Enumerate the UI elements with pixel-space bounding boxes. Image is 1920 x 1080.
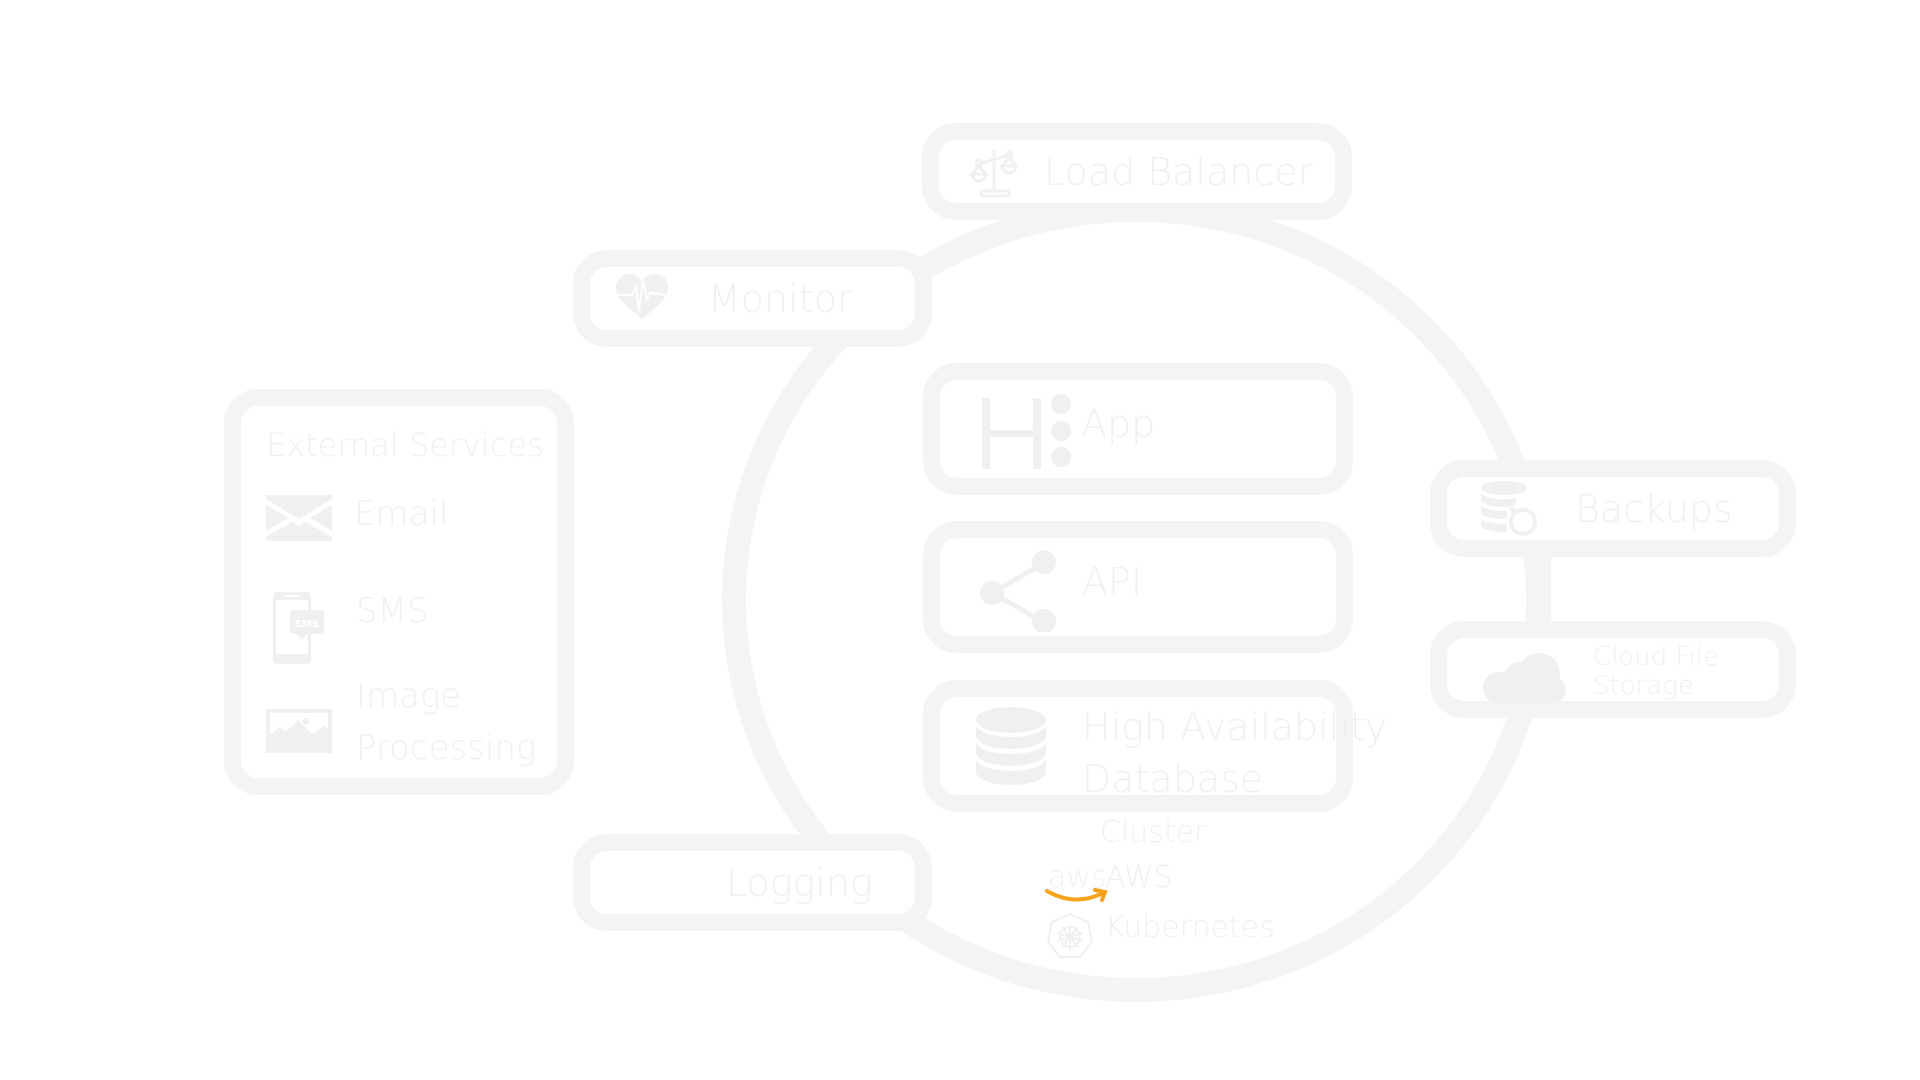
cloud-storage-node[interactable]: Cloud File Storage [1430,621,1796,718]
load-balancer-node[interactable]: Load Balancer [922,123,1352,220]
heroku-icon [982,394,1078,470]
aws-smile-icon [1045,887,1111,907]
database-restore-icon [1481,481,1539,537]
backups-node[interactable]: Backups [1430,460,1796,557]
backups-label: Backups [1575,487,1733,531]
logging-node[interactable]: Logging [573,834,932,931]
image-icon [266,709,332,753]
cloud-icon [1481,652,1569,704]
share-nodes-icon [980,546,1060,632]
balance-scale-icon [969,146,1021,198]
api-node[interactable]: API [923,521,1353,653]
cluster-label: Cluster [1100,815,1207,850]
external-service-label-image-line1: Image [356,676,462,716]
external-services-group: External Services Email SMS SMS Image Pr… [224,389,574,795]
database-icon [975,706,1047,786]
heart-pulse-icon [614,273,670,323]
external-services-title: External Services [266,426,544,464]
database-label-line1: High Availability [1082,705,1388,749]
database-label-line2: Database [1082,757,1264,801]
kubernetes-label: Kubernetes [1105,910,1275,945]
api-label: API [1082,560,1143,604]
app-node[interactable]: App [923,363,1353,495]
external-service-label-sms: SMS [356,591,429,631]
external-service-label-email: Email [354,494,449,534]
envelope-icon [266,495,332,541]
aws-label: AWS [1105,860,1173,895]
monitor-node[interactable]: Monitor [573,250,932,347]
database-node[interactable]: High Availability Database [923,680,1387,812]
svg-text:SMS: SMS [295,619,319,630]
logging-label: Logging [726,861,873,905]
load-balancer-label: Load Balancer [1044,150,1314,194]
kubernetes-icon [1046,912,1094,960]
app-label: App [1081,402,1156,446]
external-service-label-image-line2: Processing [356,728,537,768]
monitor-label: Monitor [708,277,853,321]
cloud-storage-label-line1: Cloud File [1593,642,1720,672]
phone-sms-icon: SMS [273,592,325,664]
cloud-storage-label-line2: Storage [1593,671,1694,701]
